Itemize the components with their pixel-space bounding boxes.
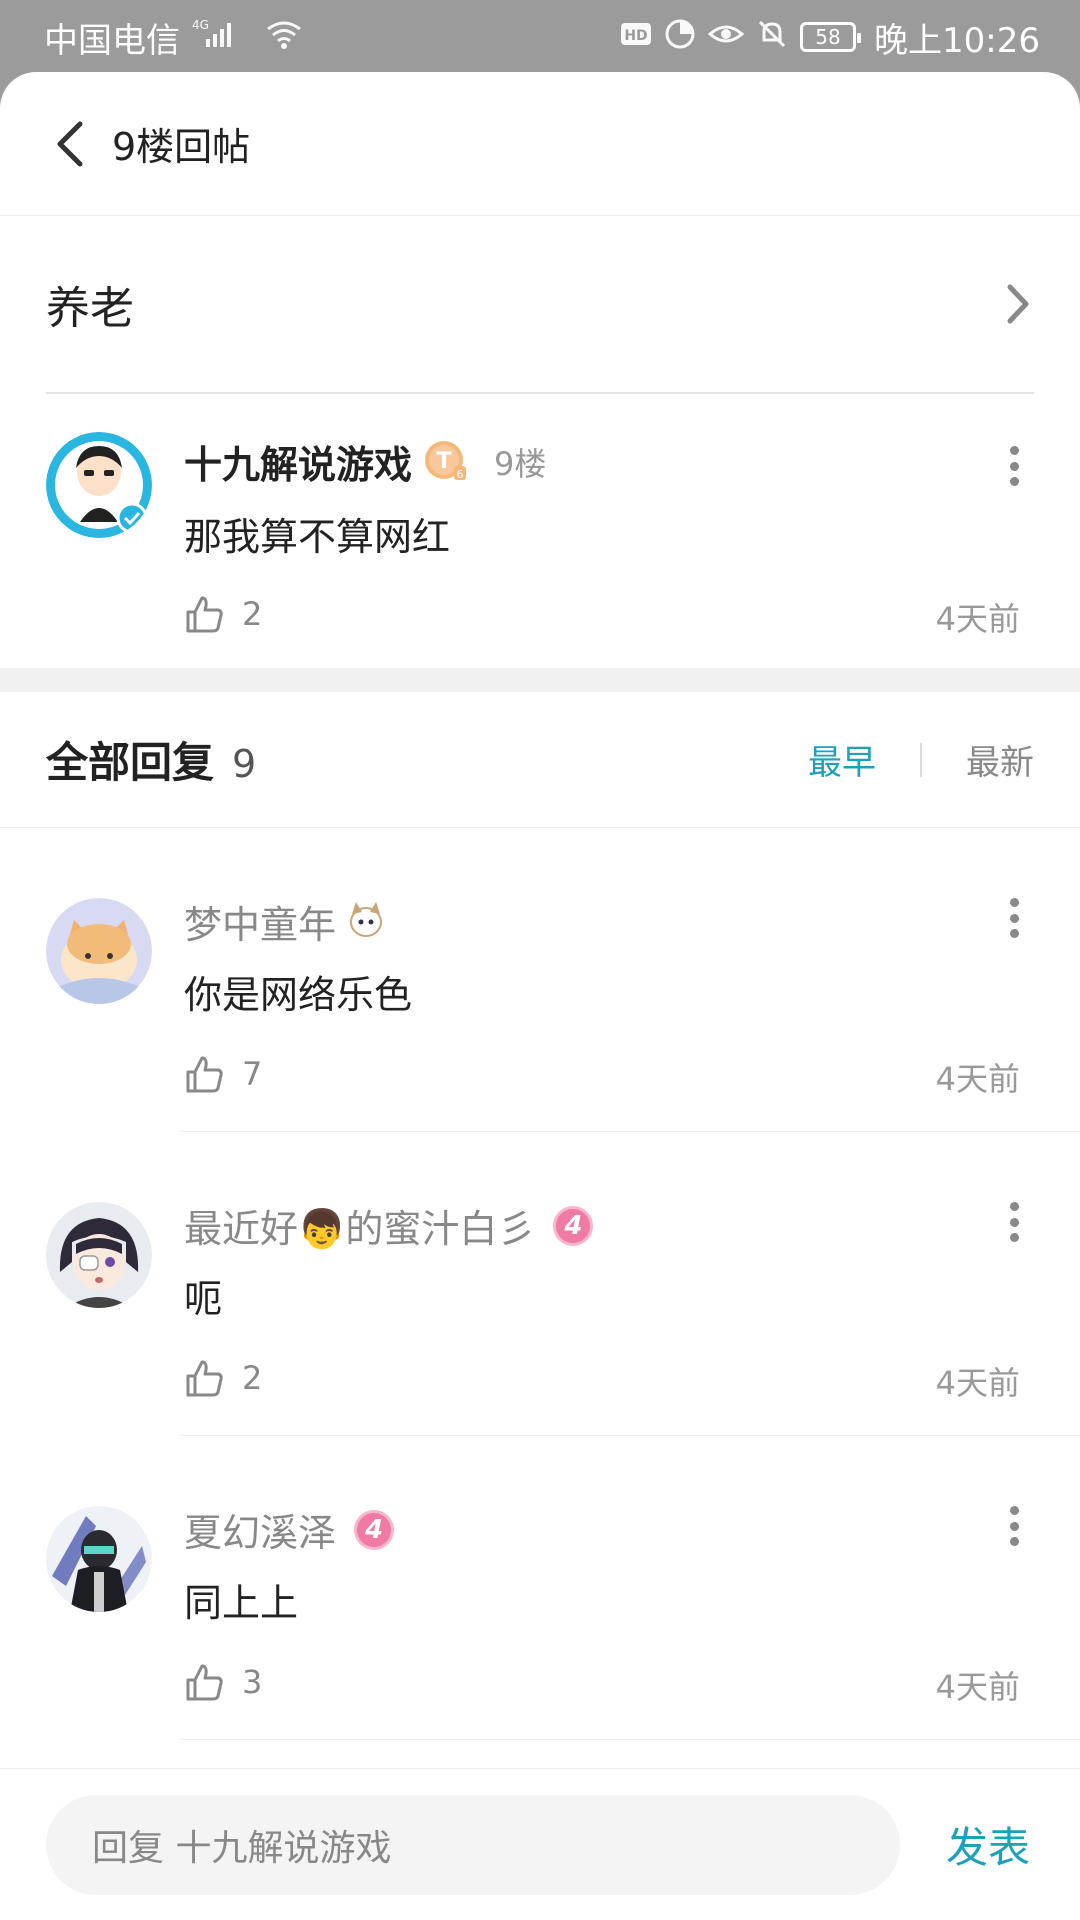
title-badge-level: 6 <box>457 468 464 481</box>
chevron-right-icon <box>1007 284 1029 324</box>
hd-icon: HD <box>620 20 652 55</box>
mute-bell-icon <box>756 18 788 57</box>
like-count: 3 <box>242 1663 263 1701</box>
battery-indicator: 58 <box>800 22 862 52</box>
reply-time: 4天前 <box>935 1364 1020 1402</box>
publish-button[interactable]: 发表 <box>946 1814 1030 1875</box>
divider <box>180 1739 1080 1740</box>
author-row: 夏幻溪泽 4 <box>184 1502 395 1557</box>
more-options-icon[interactable] <box>1008 1506 1020 1546</box>
more-options-icon[interactable] <box>1008 1202 1020 1242</box>
more-options-icon[interactable] <box>1008 446 1020 486</box>
avatar[interactable] <box>46 1202 152 1308</box>
author-row: 梦中童年 <box>184 894 388 949</box>
thumbs-up-icon <box>186 1664 223 1701</box>
reply-bar: 回复 十九解说游戏 发表 <box>0 1768 1080 1920</box>
eye-comfort-icon <box>707 20 745 55</box>
author-name[interactable]: 梦中童年 <box>184 894 336 949</box>
author-name[interactable]: 最近好👦的蜜汁白彡 <box>184 1198 535 1253</box>
like-button[interactable]: 2 <box>184 1358 262 1398</box>
reply-text: 你是网络乐色 <box>184 973 413 1017</box>
post-time: 4天前 <box>935 600 1020 638</box>
like-button[interactable]: 7 <box>184 1054 262 1094</box>
reply-text: 呃 <box>184 1277 223 1321</box>
clock: 晚上10:26 <box>874 20 1040 61</box>
network-type: 4G <box>192 18 209 32</box>
section-divider <box>0 668 1080 692</box>
data-saver-icon <box>664 18 696 57</box>
title-badge-letter: T <box>437 449 452 474</box>
signal-icon: 4G <box>192 17 252 58</box>
reply-input[interactable]: 回复 十九解说游戏 <box>46 1794 900 1895</box>
more-options-icon[interactable] <box>1008 898 1020 938</box>
author-name[interactable]: 夏幻溪泽 <box>184 1502 336 1557</box>
like-button[interactable]: 2 <box>184 594 262 634</box>
replies-header: 全部回复 9 最早 最新 <box>0 692 1080 828</box>
like-count: 2 <box>242 595 263 633</box>
like-button[interactable]: 3 <box>184 1662 262 1702</box>
replies-title: 全部回复 <box>46 738 215 787</box>
topic-title: 养老 <box>46 283 134 334</box>
page-title: 9楼回帖 <box>112 125 251 169</box>
reply-time: 4天前 <box>935 1060 1020 1098</box>
author-row: 十九解说游戏 T 6 9楼 <box>184 434 546 489</box>
carrier-label: 中国电信 <box>44 20 180 61</box>
reply-item: 最近好👦的蜜汁白彡 4 呃 2 4天前 <box>0 1132 1080 1436</box>
wifi-icon <box>264 17 304 58</box>
reply-detail-sheet: 9楼回帖 养老 十九解说游戏 T 6 9楼 那我算不算网红 2 4天前 全部回复… <box>0 72 1080 1920</box>
avatar[interactable] <box>46 1506 152 1612</box>
status-bar: 中国电信 4G HD 58 晚上10:26 <box>0 0 1080 74</box>
pet-badge-icon <box>344 898 388 946</box>
author-name[interactable]: 十九解说游戏 <box>184 434 412 489</box>
avatar[interactable] <box>46 432 152 538</box>
post-text: 那我算不算网红 <box>184 515 451 559</box>
author-row: 最近好👦的蜜汁白彡 4 <box>184 1198 594 1253</box>
author-name-emoji: 👦 <box>298 1207 346 1251</box>
reply-item: 夏幻溪泽 4 同上上 3 4天前 <box>0 1436 1080 1740</box>
sort-latest-tab[interactable]: 最新 <box>966 735 1034 784</box>
author-name-suffix: 的蜜汁白彡 <box>345 1207 536 1251</box>
topic-link[interactable]: 养老 <box>46 216 1034 394</box>
avatar[interactable] <box>46 898 152 1004</box>
back-arrow-icon[interactable] <box>54 114 94 174</box>
level-badge: 4 <box>553 1205 594 1246</box>
title-badge-icon: T 6 <box>424 438 468 486</box>
replies-count: 9 <box>232 742 257 786</box>
main-post: 十九解说游戏 T 6 9楼 那我算不算网红 2 4天前 <box>0 394 1080 668</box>
svg-text:HD: HD <box>624 28 647 44</box>
floor-number: 9楼 <box>494 444 547 483</box>
thumbs-up-icon <box>186 1360 223 1397</box>
sort-earliest-tab[interactable]: 最早 <box>808 735 876 784</box>
thumbs-up-icon <box>186 596 223 633</box>
sort-separator <box>920 742 922 777</box>
reply-item: 梦中童年 你是网络乐色 7 4天前 <box>0 828 1080 1132</box>
reply-text: 同上上 <box>184 1581 299 1625</box>
like-count: 2 <box>242 1359 263 1397</box>
header: 9楼回帖 <box>0 72 1080 216</box>
like-count: 7 <box>242 1055 263 1093</box>
level-badge: 4 <box>354 1509 395 1550</box>
author-name-prefix: 最近好 <box>184 1207 299 1251</box>
reply-time: 4天前 <box>935 1668 1020 1706</box>
thumbs-up-icon <box>186 1056 223 1093</box>
